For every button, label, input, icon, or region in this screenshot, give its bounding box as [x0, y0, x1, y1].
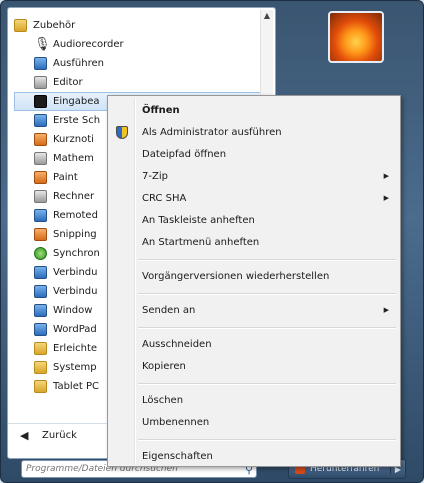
context-menu-item-label: An Startmenü anheften [142, 236, 260, 248]
program-item-label: Verbindu [53, 267, 98, 278]
folder-icon [34, 361, 47, 374]
run-icon [34, 57, 47, 70]
context-menu-item[interactable]: Kopieren [111, 356, 397, 376]
folder-icon [34, 380, 47, 393]
program-item-label: Audiorecorder [53, 39, 124, 50]
context-menu-item-label: An Taskleiste anheften [142, 214, 255, 226]
submenu-arrow-icon: ▶ [383, 194, 389, 202]
context-menu-item[interactable]: Eigenschaften [111, 446, 397, 466]
getting-started-icon [34, 114, 47, 127]
context-menu-item[interactable]: 7-Zip ▶ [111, 166, 397, 186]
calculator-icon [34, 190, 47, 203]
user-picture[interactable] [328, 11, 384, 63]
context-menu-item[interactable]: An Startmenü anheften [111, 232, 397, 252]
back-arrow-icon: ◀ [20, 428, 29, 442]
context-menu-item[interactable]: Löschen [111, 390, 397, 410]
program-item-label: Snipping [53, 229, 97, 240]
program-item-label: Zubehör [33, 20, 76, 31]
context-menu-item-label: Öffnen [142, 104, 180, 116]
folder-icon [34, 342, 47, 355]
back-label: Zurück [42, 429, 77, 441]
paint-icon [34, 171, 47, 184]
program-item-label: Synchron [53, 248, 100, 259]
mic-icon: 🎙 [34, 37, 51, 52]
sync-center-icon [34, 247, 47, 260]
program-item[interactable]: Editor [14, 73, 264, 92]
remote-desktop-icon [34, 209, 47, 222]
context-menu-item-label: Dateipfad öffnen [142, 148, 227, 160]
program-item-label: Verbindu [53, 286, 98, 297]
submenu-arrow-icon: ▶ [383, 172, 389, 180]
context-menu-item[interactable]: Vorgängerversionen wiederherstellen [111, 266, 397, 286]
context-menu-item[interactable]: CRC SHA ▶ [111, 188, 397, 208]
submenu-arrow-icon: ▶ [383, 306, 389, 314]
context-menu-item[interactable]: An Taskleiste anheften [111, 210, 397, 230]
program-item-label: Erste Sch [53, 115, 101, 126]
context-menu-item[interactable]: Senden an ▶ [111, 300, 397, 320]
program-item[interactable]: Zubehör [14, 16, 264, 35]
context-menu-item-label: Kopieren [142, 360, 186, 372]
menu-separator [138, 327, 396, 329]
context-menu-item[interactable]: Öffnen [111, 100, 397, 120]
folder-icon [14, 19, 27, 32]
program-item-label: Eingabea [53, 96, 100, 107]
program-item-label: Paint [53, 172, 78, 183]
context-menu-item-label: CRC SHA [142, 192, 187, 204]
program-item-label: Mathem [53, 153, 94, 164]
context-menu-item-label: Vorgängerversionen wiederherstellen [142, 270, 330, 282]
context-menu-item-label: Als Administrator ausführen [142, 126, 282, 138]
program-item-label: Erleichte [53, 343, 98, 354]
menu-separator [138, 383, 396, 385]
menu-separator [138, 259, 396, 261]
program-item-label: Tablet PC [53, 381, 99, 392]
context-menu-item-label: Eigenschaften [142, 450, 213, 462]
context-menu-item[interactable]: Umbenennen [111, 412, 397, 432]
context-menu: Öffnen Als Administrator ausführen Dateipf… [107, 95, 401, 467]
context-menu-item-label: 7-Zip [142, 170, 168, 182]
snipping-tool-icon [34, 228, 47, 241]
uac-shield-icon [116, 125, 128, 139]
context-menu-item-label: Ausschneiden [142, 338, 212, 350]
wordpad-icon [34, 323, 47, 336]
program-item-label: Rechner [53, 191, 95, 202]
program-item-label: Remoted [53, 210, 98, 221]
program-item-label: Systemp [53, 362, 97, 373]
program-item-label: Editor [53, 77, 83, 88]
context-menu-item[interactable]: Als Administrator ausführen [111, 122, 397, 142]
program-item-label: Kurznoti [53, 134, 94, 145]
context-menu-item[interactable]: Ausschneiden [111, 334, 397, 354]
context-menu-item[interactable]: Dateipfad öffnen [111, 144, 397, 164]
context-menu-item-label: Senden an [142, 304, 196, 316]
program-item[interactable]: 🎙 Audiorecorder [14, 35, 264, 54]
windows-explorer-icon [34, 304, 47, 317]
sticky-notes-icon [34, 133, 47, 146]
program-item-label: Window [53, 305, 93, 316]
cmd-icon [34, 95, 47, 108]
menu-separator [138, 293, 396, 295]
program-item-label: Ausführen [53, 58, 104, 69]
math-input-icon [34, 152, 47, 165]
program-item[interactable]: Ausführen [14, 54, 264, 73]
scroll-up-arrow-icon[interactable]: ▲ [261, 10, 273, 22]
network-projector-icon [34, 266, 47, 279]
program-item-label: WordPad [53, 324, 97, 335]
context-menu-item-label: Umbenennen [142, 416, 210, 428]
menu-separator [138, 439, 396, 441]
connection-icon [34, 285, 47, 298]
context-menu-item-label: Löschen [142, 394, 184, 406]
notepad-icon [34, 76, 47, 89]
